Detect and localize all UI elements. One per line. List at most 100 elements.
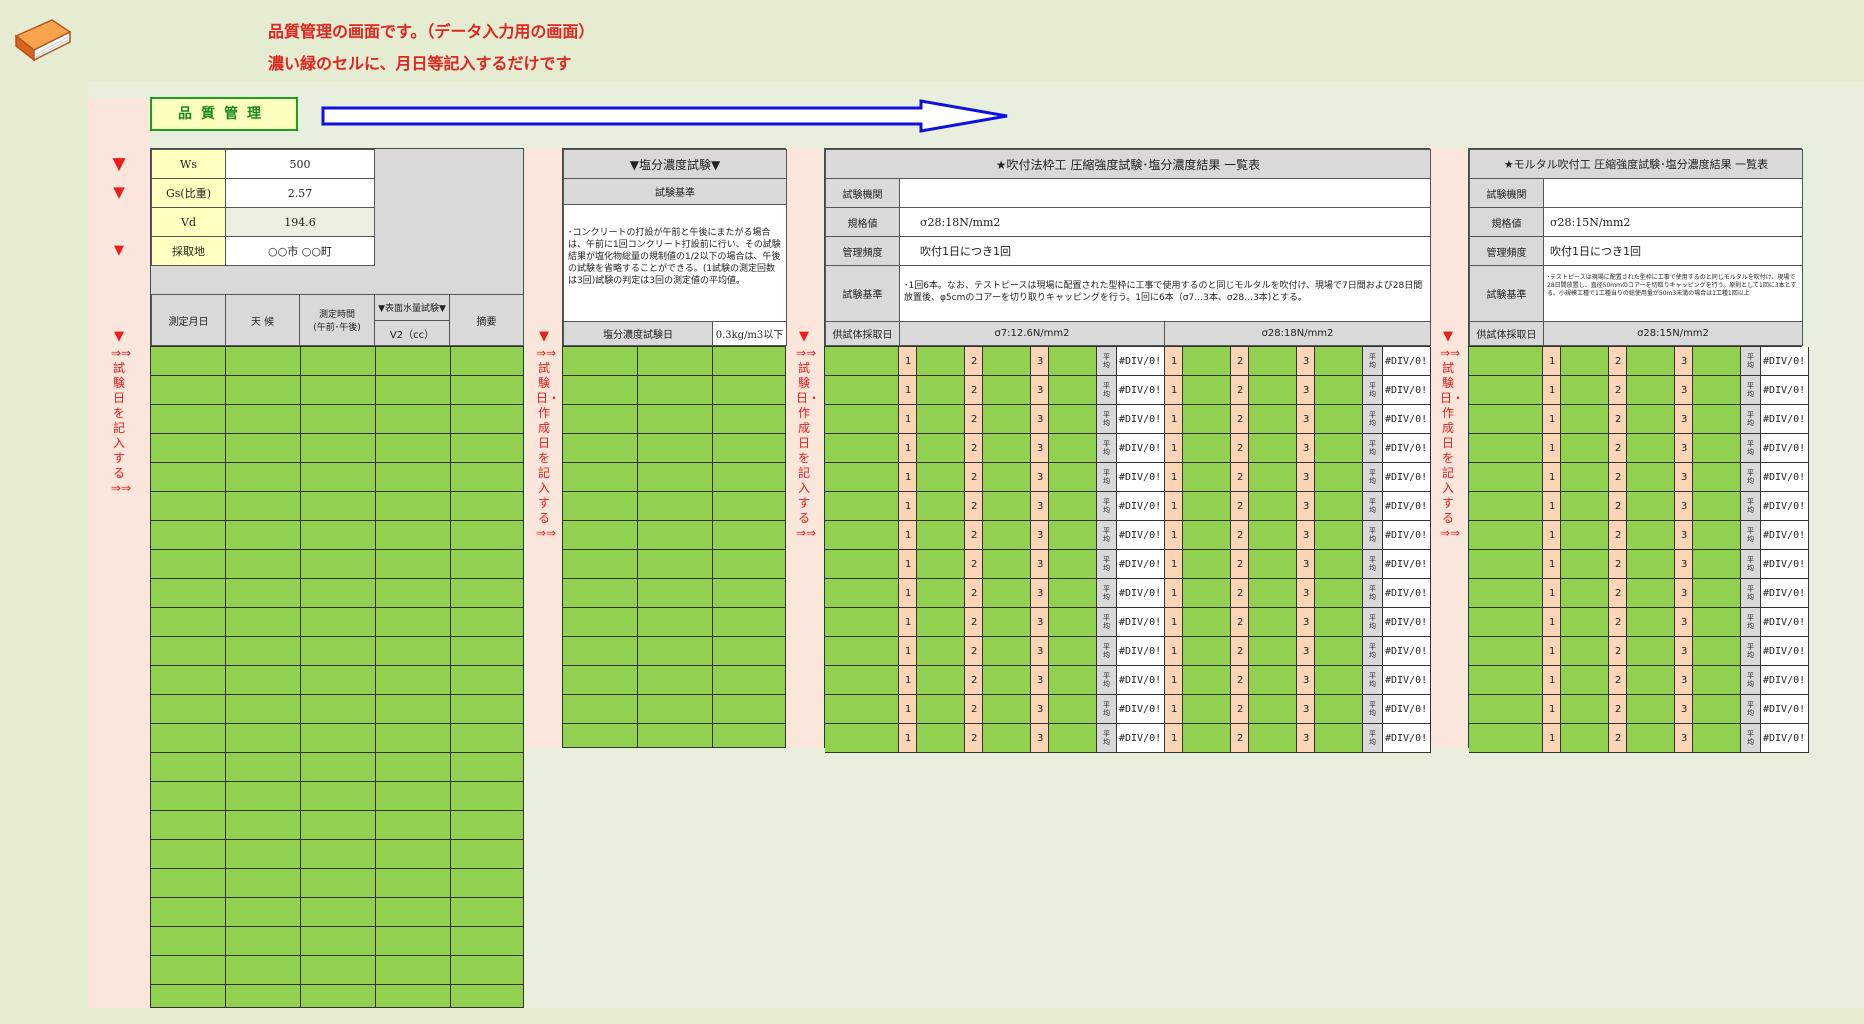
strength-input[interactable] [1693,463,1741,492]
strength-input[interactable] [1627,521,1675,550]
sample-date-input[interactable] [1469,666,1543,695]
table2-input-grid[interactable] [562,346,786,748]
strength-input[interactable] [1627,376,1675,405]
strength-input[interactable] [917,347,965,376]
sample-date-input[interactable] [825,376,899,405]
strength-input[interactable] [983,724,1031,753]
strength-input[interactable] [1627,579,1675,608]
strength-input[interactable] [917,579,965,608]
strength-input[interactable] [917,463,965,492]
sample-date-input[interactable] [825,608,899,637]
strength-input[interactable] [1249,376,1297,405]
strength-input[interactable] [917,666,965,695]
table1-input-grid[interactable] [150,346,524,1008]
strength-input[interactable] [1249,637,1297,666]
sample-date-input[interactable] [825,724,899,753]
mortar-agency-value[interactable] [1543,178,1803,208]
strength-input[interactable] [1693,666,1741,695]
strength-input[interactable] [1561,666,1609,695]
sample-date-input[interactable] [1469,463,1543,492]
strength-input[interactable] [1049,550,1097,579]
sample-date-input[interactable] [825,405,899,434]
strength-input[interactable] [1049,695,1097,724]
strength-input[interactable] [1627,724,1675,753]
strength-input[interactable] [983,376,1031,405]
site-value[interactable]: ○○市 ○○町 [225,236,375,266]
sample-date-input[interactable] [1469,434,1543,463]
strength-input[interactable] [983,405,1031,434]
strength-input[interactable] [1561,492,1609,521]
strength-input[interactable] [1627,405,1675,434]
sample-date-input[interactable] [1469,637,1543,666]
strength-input[interactable] [1693,579,1741,608]
strength-input[interactable] [1315,463,1363,492]
sample-date-input[interactable] [825,579,899,608]
strength-input[interactable] [983,637,1031,666]
sample-date-input[interactable] [1469,376,1543,405]
strength-input[interactable] [917,608,965,637]
strength-input[interactable] [1049,608,1097,637]
strength-input[interactable] [983,347,1031,376]
strength-input[interactable] [1627,695,1675,724]
strength-input[interactable] [1183,637,1231,666]
strength-input[interactable] [1183,521,1231,550]
strength-input[interactable] [1315,724,1363,753]
sample-date-input[interactable] [1469,695,1543,724]
strength-input[interactable] [1627,347,1675,376]
strength-input[interactable] [1249,434,1297,463]
sample-date-input[interactable] [1469,347,1543,376]
sample-date-input[interactable] [825,521,899,550]
strength-input[interactable] [1249,521,1297,550]
sample-date-input[interactable] [825,463,899,492]
sample-date-input[interactable] [825,666,899,695]
strength-input[interactable] [983,666,1031,695]
strength-input[interactable] [917,521,965,550]
strength-input[interactable] [1693,724,1741,753]
strength-input[interactable] [1315,579,1363,608]
strength-input[interactable] [983,521,1031,550]
sample-date-input[interactable] [825,550,899,579]
strength-input[interactable] [1183,608,1231,637]
strength-input[interactable] [1249,463,1297,492]
sample-date-input[interactable] [1469,608,1543,637]
strength-input[interactable] [917,550,965,579]
strength-input[interactable] [1049,637,1097,666]
strength-input[interactable] [1627,608,1675,637]
strength-input[interactable] [1693,347,1741,376]
strength-input[interactable] [1049,521,1097,550]
strength-input[interactable] [1183,579,1231,608]
strength-input[interactable] [1627,666,1675,695]
strength-input[interactable] [1561,637,1609,666]
strength-input[interactable] [983,434,1031,463]
strength-input[interactable] [1249,550,1297,579]
strength-input[interactable] [1315,637,1363,666]
strength-input[interactable] [1315,434,1363,463]
strength-input[interactable] [1249,492,1297,521]
strength-input[interactable] [1627,434,1675,463]
strength-input[interactable] [1249,608,1297,637]
strength-input[interactable] [1049,463,1097,492]
strength-input[interactable] [917,695,965,724]
strength-input[interactable] [1249,724,1297,753]
strength-input[interactable] [1249,405,1297,434]
sample-date-input[interactable] [1469,405,1543,434]
strength-input[interactable] [1693,521,1741,550]
strength-input[interactable] [1315,492,1363,521]
strength-input[interactable] [1249,695,1297,724]
strength-input[interactable] [1183,492,1231,521]
strength-input[interactable] [1315,666,1363,695]
strength-input[interactable] [1627,550,1675,579]
strength-input[interactable] [983,492,1031,521]
strength-input[interactable] [1627,492,1675,521]
strength-input[interactable] [917,637,965,666]
quality-control-title[interactable]: 品質管理 [150,97,298,131]
sample-date-input[interactable] [825,637,899,666]
sample-date-input[interactable] [1469,521,1543,550]
strength-input[interactable] [1249,347,1297,376]
strength-input[interactable] [1561,347,1609,376]
strength-input[interactable] [1183,695,1231,724]
strength-input[interactable] [1315,376,1363,405]
strength-input[interactable] [1561,550,1609,579]
strength-input[interactable] [1049,405,1097,434]
strength-input[interactable] [1561,608,1609,637]
